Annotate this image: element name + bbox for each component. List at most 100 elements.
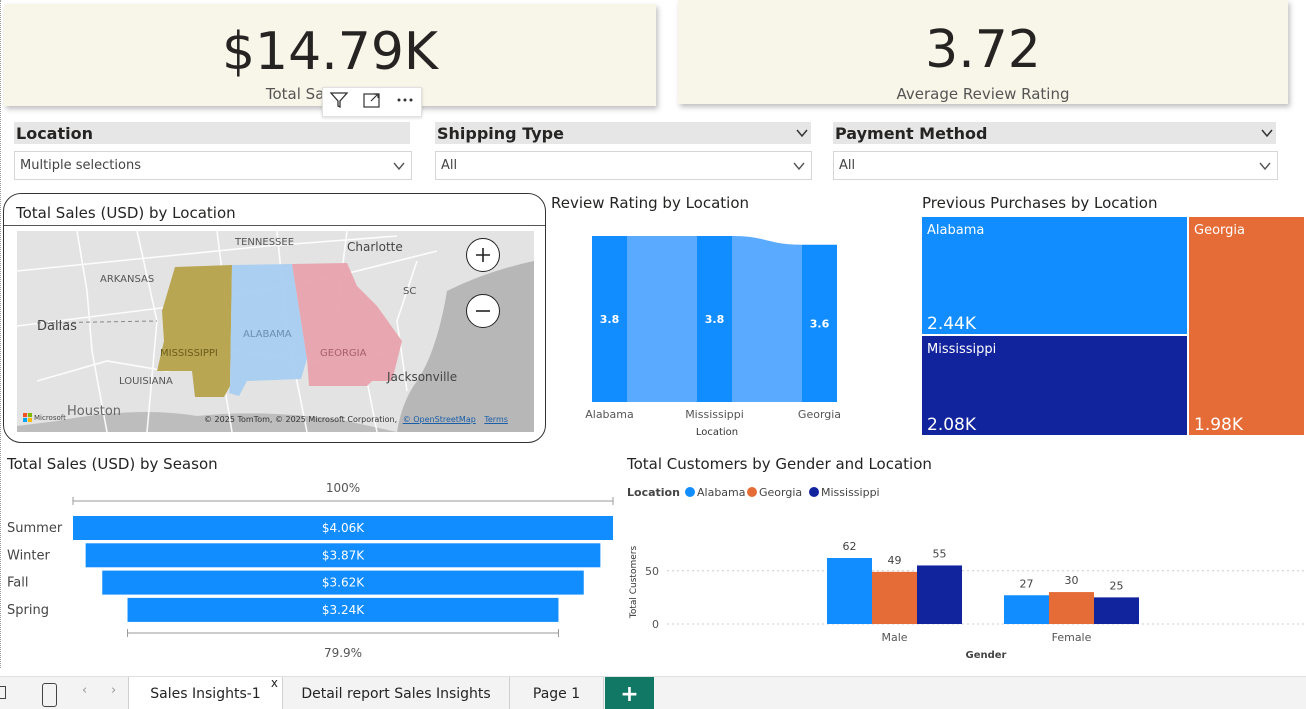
map-attribution: © 2025 TomTom, © 2025 Microsoft Corporat…	[204, 415, 508, 424]
plus-icon: +	[620, 681, 639, 707]
shipping-slicer-header[interactable]: Shipping Type	[435, 122, 811, 144]
ribbon-connector	[627, 236, 697, 402]
tab-close-button[interactable]: x	[271, 676, 278, 690]
tab-sales-insights-1[interactable]: Sales Insights-1 x	[128, 676, 283, 709]
map-label-tennessee: TENNESSEE	[235, 237, 295, 248]
rating-data-label: 3.8	[600, 313, 620, 326]
zoom-in-button[interactable]	[466, 238, 500, 272]
chevron-down-icon	[796, 129, 808, 138]
ribbon-connector	[732, 236, 802, 402]
focus-mode-icon[interactable]	[362, 91, 382, 113]
legend-marker	[809, 487, 819, 497]
y-axis-label: Total Customers	[629, 546, 639, 620]
y-category-label: Spring	[7, 603, 49, 618]
fit-page-icon[interactable]	[0, 686, 6, 699]
y-category-label: Winter	[7, 548, 51, 563]
chevron-down-icon	[393, 162, 405, 170]
treemap-title: Previous Purchases by Location	[922, 194, 1158, 212]
column-data-label: 25	[1110, 579, 1124, 592]
legend-item: Mississippi	[821, 486, 880, 499]
gender-location-chart[interactable]: Location Alabama Georgia Mississippi 0 50 Tota…	[627, 478, 1306, 668]
season-funnel-chart[interactable]: 100% $4.06K Summer $3.87K Winter $3.62K Fall $3…	[0, 475, 620, 665]
legend-marker	[685, 487, 695, 497]
column-bar	[872, 571, 917, 624]
map-title-divider	[4, 225, 545, 226]
mobile-layout-icon[interactable]	[42, 683, 57, 707]
x-axis-label: Gender	[966, 650, 1007, 661]
add-page-button[interactable]: +	[605, 677, 654, 709]
y-category-label: Summer	[7, 521, 63, 536]
osm-link[interactable]: © OpenStreetMap	[403, 415, 476, 424]
treemap-tile[interactable]: Alabama 2.44K	[922, 217, 1187, 334]
shipping-slicer-value: All	[441, 158, 458, 173]
review-rating-chart[interactable]: 3.8 Alabama 3.8 Mississippi 3.6 Georgia Locati…	[551, 215, 851, 465]
tab-label: Page 1	[532, 685, 581, 702]
y-tick-label: 0	[652, 618, 659, 631]
map-label-houston: Houston	[67, 404, 122, 419]
rating-data-label: 3.6	[810, 317, 830, 330]
location-slicer-dropdown[interactable]: Multiple selections	[14, 151, 412, 180]
chevron-down-icon	[793, 162, 805, 170]
treemap-tile[interactable]: Mississippi 2.08K	[922, 336, 1187, 435]
treemap-tile-value: 2.44K	[927, 314, 976, 334]
map-label-dallas: Dallas	[37, 319, 77, 334]
visual-hover-toolbar	[322, 87, 422, 117]
treemap-tile-label: Alabama	[927, 223, 985, 238]
funnel-data-label: $3.62K	[322, 576, 365, 590]
next-page-icon[interactable]: ›	[111, 683, 116, 698]
x-tick-label: Female	[1052, 631, 1092, 644]
treemap-tile-label: Mississippi	[927, 342, 997, 357]
map-label-louisiana: LOUISIANA	[119, 376, 173, 387]
treemap-tile-value: 1.98K	[1194, 415, 1243, 435]
avg-rating-label: Average Review Rating	[896, 85, 1070, 103]
column-data-label: 62	[843, 540, 857, 553]
tab-page-1[interactable]: Page 1	[510, 677, 604, 709]
avg-rating-card[interactable]: 3.72 Average Review Rating	[678, 0, 1288, 104]
column-data-label: 55	[933, 547, 947, 560]
treemap-tile-label: Georgia	[1194, 223, 1245, 238]
legend-marker	[747, 487, 757, 497]
funnel-bottom-percent: 79.9%	[324, 646, 362, 660]
review-chart-title: Review Rating by Location	[551, 194, 750, 212]
payment-slicer-title: Payment Method	[835, 123, 988, 143]
column-bar	[1049, 592, 1094, 624]
page-tab-bar: ‹ › Sales Insights-1 x Detail report Sal…	[0, 676, 1306, 709]
map-label-georgia: GEORGIA	[320, 348, 367, 359]
legend-title: Location	[627, 486, 680, 499]
treemap-tile[interactable]: Georgia 1.98K	[1189, 217, 1304, 435]
chevron-down-icon	[1259, 162, 1271, 170]
payment-slicer-header[interactable]: Payment Method	[833, 122, 1276, 144]
x-tick-label: Mississippi	[685, 408, 744, 421]
map-label-charlotte: Charlotte	[347, 240, 403, 254]
location-slicer-header: Location	[14, 122, 410, 144]
chevron-down-icon	[1261, 129, 1273, 138]
prev-page-icon[interactable]: ‹	[82, 683, 87, 698]
funnel-bottom-bracket	[127, 629, 559, 637]
payment-slicer-dropdown[interactable]: All	[833, 151, 1278, 180]
map-visual[interactable]: Total Sales (USD) by Location TENNESSEE …	[3, 193, 546, 443]
tab-detail-report[interactable]: Detail report Sales Insights	[283, 677, 510, 709]
location-slicer-value: Multiple selections	[20, 158, 141, 173]
more-options-icon[interactable]	[395, 91, 415, 113]
funnel-top-percent: 100%	[326, 481, 360, 495]
map-canvas[interactable]: TENNESSEE Charlotte ARKANSAS SC Dallas A…	[17, 231, 534, 432]
location-slicer-title: Location	[16, 123, 93, 143]
funnel-data-label: $3.87K	[322, 548, 365, 562]
map-label-mississippi: MISSISSIPPI	[160, 348, 218, 359]
minus-icon	[476, 310, 490, 312]
map-title: Total Sales (USD) by Location	[16, 204, 236, 222]
previous-purchases-treemap[interactable]: Alabama 2.44K Mississippi 2.08K Georgia 1.98K	[922, 217, 1306, 437]
column-data-label: 27	[1020, 577, 1034, 590]
shipping-slicer-dropdown[interactable]: All	[435, 151, 812, 180]
microsoft-logo: Microsoft	[23, 413, 66, 422]
filter-icon[interactable]	[329, 91, 349, 113]
terms-link[interactable]: Terms	[484, 415, 508, 424]
map-label-jacksonville: Jacksonville	[387, 370, 458, 384]
legend-item: Georgia	[759, 486, 802, 499]
column-bar	[827, 558, 872, 624]
column-bar	[1004, 595, 1049, 624]
map-label-sc: SC	[403, 286, 417, 297]
zoom-out-button[interactable]	[466, 294, 500, 328]
funnel-top-bracket	[72, 497, 614, 505]
column-data-label: 49	[888, 554, 902, 567]
